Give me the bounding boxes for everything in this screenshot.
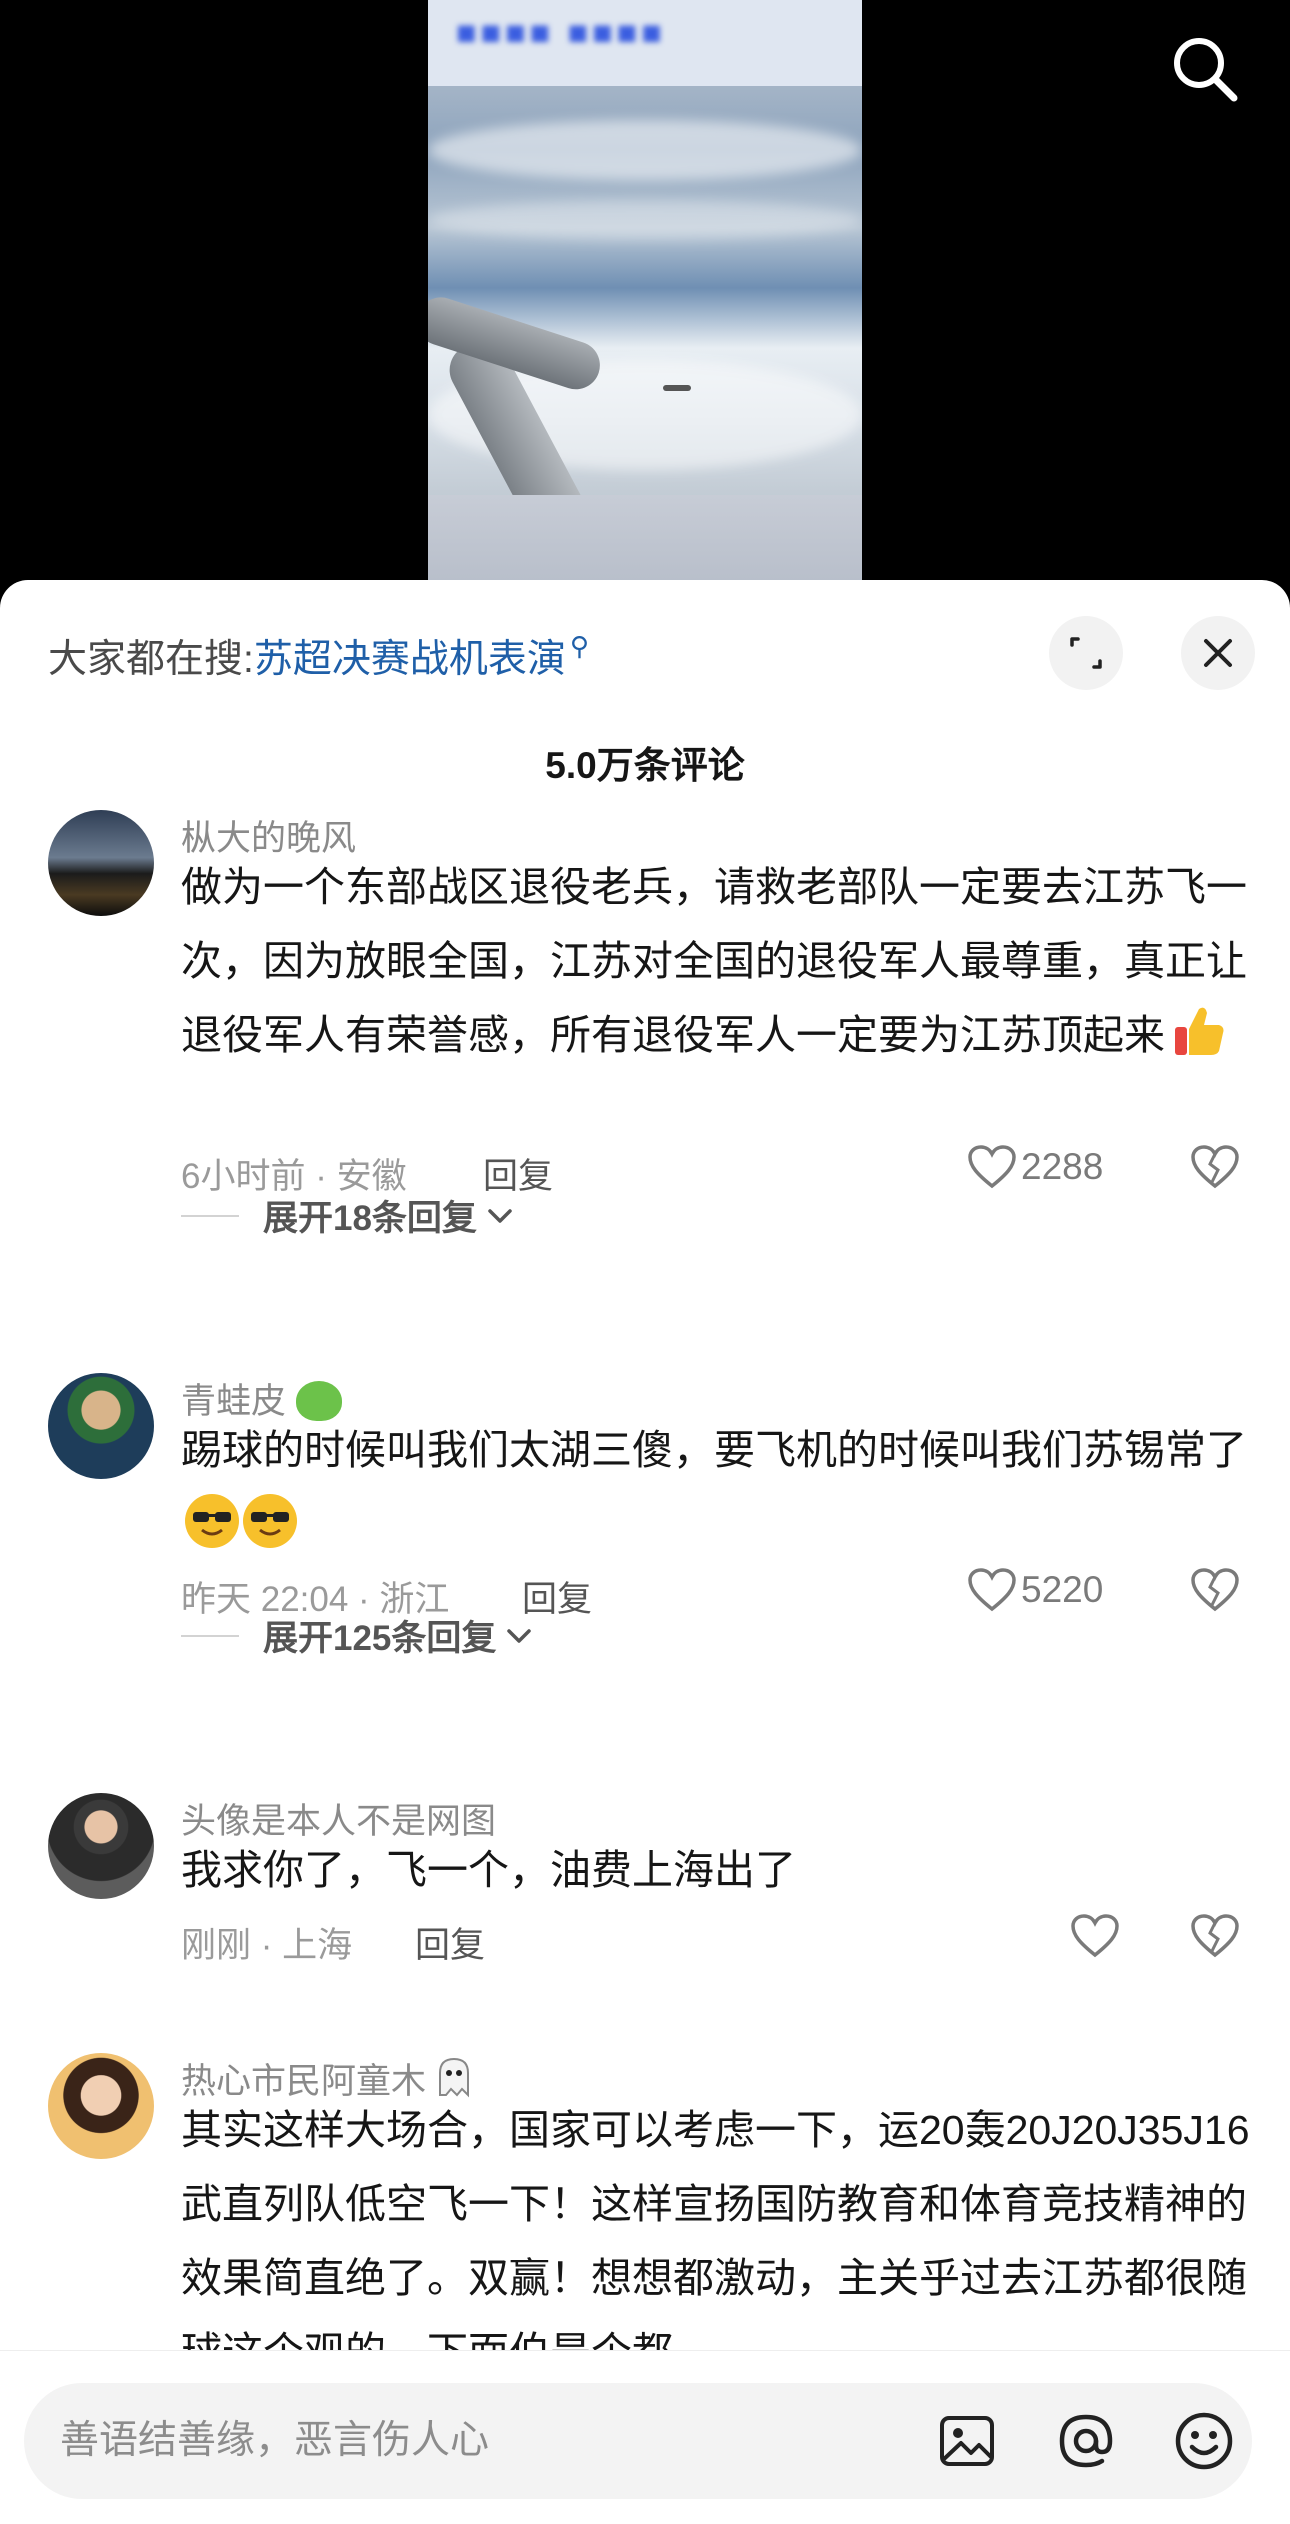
cloud-decoration <box>428 120 862 180</box>
trending-search-prefix: 大家都在搜: <box>48 638 254 681</box>
small-search-icon: ⚲ <box>569 630 589 661</box>
trending-search[interactable]: 大家都在搜: 苏超决赛战机表演 ⚲ <box>48 628 589 684</box>
thumbs-up-icon <box>1169 1001 1229 1061</box>
comment-text: 踢球的时候叫我们太湖三傻，要飞机的时候叫我们苏锡常了 <box>181 1413 1251 1561</box>
comment-item: 枞大的晚风 做为一个东部战区退役老兵，请救老部队一定要去江苏飞一次，因为放眼全国… <box>0 810 1290 1196</box>
cloud-decoration <box>428 200 862 240</box>
comment-count: 5.0万条评论 <box>545 745 745 786</box>
fighter-jet <box>663 385 691 391</box>
video-thumbnail[interactable]: ■■■■ ■■■■ <box>428 0 862 600</box>
comment-input-bar <box>0 2350 1290 2524</box>
expand-replies-button[interactable]: 展开18条回复 <box>181 1190 517 1241</box>
dislike-button[interactable] <box>1190 1913 1240 1964</box>
avatar[interactable] <box>48 2053 154 2159</box>
like-count: 5220 <box>1021 1569 1104 1610</box>
cool-face-icon <box>185 1494 239 1548</box>
comment-input-container <box>24 2383 1252 2499</box>
comment-meta: 刚刚 · 上海 <box>181 1926 353 1965</box>
video-banner-text: ■■■■ ■■■■ <box>456 14 666 52</box>
comment-text-body: 踢球的时候叫我们太湖三傻，要飞机的时候叫我们苏锡常了 <box>181 1427 1247 1473</box>
comment-sheet: 大家都在搜: 苏超决赛战机表演 ⚲ 5.0万条评论 枞大的晚风 做为一个东部战区… <box>0 580 1290 2524</box>
expand-replies-label: 展开18条回复 <box>263 1199 477 1238</box>
comment-input[interactable] <box>60 2383 880 2499</box>
trending-search-keyword[interactable]: 苏超决赛战机表演 <box>254 628 566 684</box>
comment-text: 我求你了，飞一个，油费上海出了 <box>181 1847 796 1893</box>
close-button[interactable] <box>1181 616 1255 690</box>
divider-line <box>181 1634 239 1637</box>
expand-icon <box>1070 637 1102 669</box>
broken-heart-icon <box>1191 1914 1239 1958</box>
like-count: 2288 <box>1021 1146 1104 1187</box>
heart-icon <box>1071 1914 1119 1958</box>
comment-text: 做为一个东部战区退役老兵，请救老部队一定要去江苏飞一次，因为放眼全国，江苏对全国… <box>181 850 1251 1072</box>
broken-heart-icon <box>1191 1145 1239 1189</box>
comment-item: 头像是本人不是网图 我求你了，飞一个，油费上海出了 刚刚 · 上海 回复 <box>0 1793 1290 1973</box>
search-icon[interactable] <box>1166 30 1246 110</box>
comment-text: 其实这样大场合，国家可以考虑一下，运20轰20J20J35J16武直列队低空飞一… <box>181 2107 1250 2375</box>
expand-replies-button[interactable]: 展开125条回复 <box>181 1610 536 1661</box>
avatar[interactable] <box>48 810 154 916</box>
divider-line <box>181 1214 239 1217</box>
like-button[interactable] <box>1070 1913 1124 1959</box>
chevron-down-icon <box>507 1628 532 1643</box>
comment-item: 青蛙皮 踢球的时候叫我们太湖三傻，要飞机的时候叫我们苏锡常了 昨天 22:04 … <box>0 1373 1290 1623</box>
heart-icon <box>968 1568 1016 1612</box>
cool-face-icon <box>243 1494 297 1548</box>
mention-icon[interactable] <box>1056 2411 1116 2471</box>
like-button[interactable]: 5220 <box>967 1567 1103 1613</box>
video-player[interactable]: ■■■■ ■■■■ <box>0 0 1290 600</box>
video-banner: ■■■■ ■■■■ <box>428 0 862 86</box>
comment-text-body: 做为一个东部战区退役老兵，请救老部队一定要去江苏飞一次，因为放眼全国，江苏对全国… <box>181 864 1247 1058</box>
dislike-button[interactable] <box>1190 1144 1240 1195</box>
chevron-down-icon <box>488 1208 512 1223</box>
expand-replies-label: 展开125条回复 <box>263 1619 497 1658</box>
heart-icon <box>968 1145 1016 1189</box>
broken-heart-icon <box>1191 1568 1239 1612</box>
like-button[interactable]: 2288 <box>967 1144 1103 1190</box>
avatar[interactable] <box>48 1793 154 1899</box>
reply-button[interactable]: 回复 <box>415 1917 485 1968</box>
expand-button[interactable] <box>1049 616 1123 690</box>
dislike-button[interactable] <box>1190 1567 1240 1618</box>
close-icon <box>1204 639 1232 667</box>
image-icon[interactable] <box>937 2411 997 2471</box>
emoji-icon[interactable] <box>1174 2411 1234 2471</box>
avatar[interactable] <box>48 1373 154 1479</box>
